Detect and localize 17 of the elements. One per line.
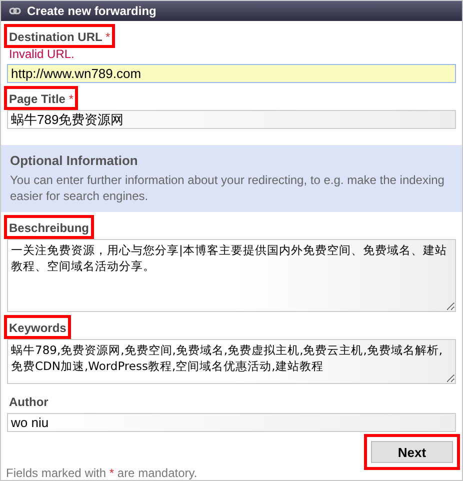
- text-area[interactable]: 一关注免费资源，用心与您分享|本博客主要提供国内外免费空间、免费域名、建站教程、空间域名活动分享。: [7, 239, 456, 312]
- next-button[interactable]: Next: [371, 441, 453, 463]
- text-field[interactable]: 蜗牛789免费资源网: [7, 110, 456, 129]
- info-text: You can enter further information about your redirecting, to e.g. make the indexing easier for search engines.: [10, 172, 446, 204]
- field-label: Destination URL *: [7, 27, 112, 45]
- field-label: Author: [8, 394, 50, 410]
- info-title: Optional Information: [10, 153, 139, 168]
- header-title: Create new forwarding: [27, 4, 156, 18]
- text-field[interactable]: wo niu: [7, 413, 456, 432]
- field-label: Page Title *: [7, 89, 76, 107]
- text-field[interactable]: http://www.wn789.com: [7, 64, 456, 83]
- text-area[interactable]: 蜗牛789,免费资源网,免费空间,免费域名,免费虚拟主机,免费云主机,免费域名解析,免费CDN加速,WordPress教程,空间域名优惠活动,建站教程: [7, 339, 456, 384]
- mandatory-note: Fields marked with * are mandatory.: [5, 466, 198, 480]
- link-icon: [9, 7, 21, 15]
- error-message: Invalid URL.: [9, 47, 76, 61]
- field-label: Beschreibung: [7, 218, 92, 236]
- field-label: Keywords: [7, 318, 68, 336]
